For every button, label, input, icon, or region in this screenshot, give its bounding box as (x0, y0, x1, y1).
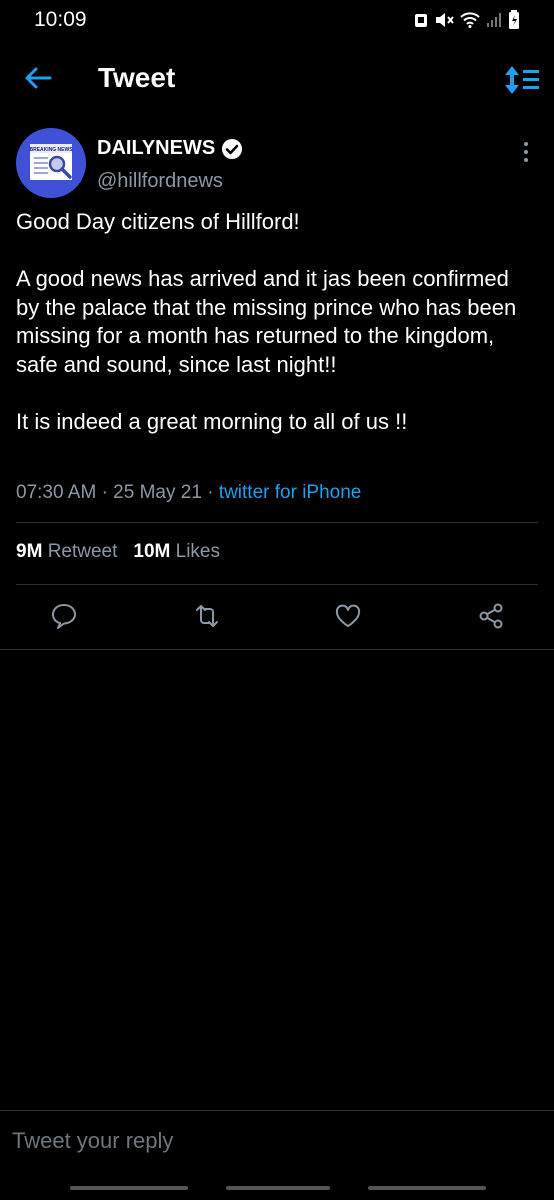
retweets-label: Retweet (47, 541, 118, 562)
likes-count: 10M (133, 541, 171, 562)
newspaper-icon: BREAKING NEWS (29, 144, 73, 180)
author-handle[interactable]: @hillfordnews (97, 170, 223, 193)
divider (0, 1110, 554, 1111)
nav-bar-segment (226, 1186, 330, 1190)
status-time: 10:09 (34, 8, 87, 31)
retweet-icon[interactable] (192, 601, 222, 631)
author-name[interactable]: DAILYNEWS (97, 137, 215, 160)
back-arrow-icon[interactable] (22, 62, 54, 94)
battery-icon (509, 10, 519, 29)
tweet-stats: 9M Retweet 10M Likes (16, 541, 220, 563)
wifi-icon (460, 12, 480, 28)
mute-icon (436, 13, 454, 27)
nav-bar-segment (368, 1186, 486, 1190)
likes-label: Likes (175, 541, 220, 562)
like-icon[interactable] (333, 601, 363, 631)
retweets-stat[interactable]: 9M Retweet (16, 541, 117, 563)
divider (16, 522, 538, 523)
divider (16, 584, 538, 585)
tweet-meta: 07:30 AM · 25 May 21 · twitter for iPhon… (16, 482, 362, 503)
signal-icon (487, 13, 501, 27)
share-icon[interactable] (476, 601, 506, 631)
author-name-row[interactable]: DAILYNEWS (97, 137, 243, 160)
reply-input[interactable]: Tweet your reply (12, 1128, 173, 1154)
reply-icon[interactable] (49, 601, 79, 631)
status-icons (414, 10, 520, 30)
tweet-text: Good Day citizens of Hillford! A good ne… (16, 209, 517, 434)
tweet-source[interactable]: twitter for iPhone (219, 482, 362, 503)
more-icon[interactable] (517, 140, 535, 166)
alarm-icon (415, 14, 427, 27)
likes-stat[interactable]: 10M Likes (133, 541, 220, 563)
tweet-date: 25 May 21 (113, 482, 202, 503)
retweets-count: 9M (16, 541, 43, 562)
sort-icon[interactable] (504, 64, 540, 96)
avatar[interactable]: BREAKING NEWS (16, 128, 86, 198)
page-title: Tweet (98, 62, 176, 93)
tweet-time: 07:30 AM (16, 482, 97, 503)
avatar-text: BREAKING NEWS (29, 147, 73, 153)
nav-bar-segment (70, 1186, 188, 1190)
divider (0, 649, 554, 650)
verified-icon (222, 138, 243, 159)
